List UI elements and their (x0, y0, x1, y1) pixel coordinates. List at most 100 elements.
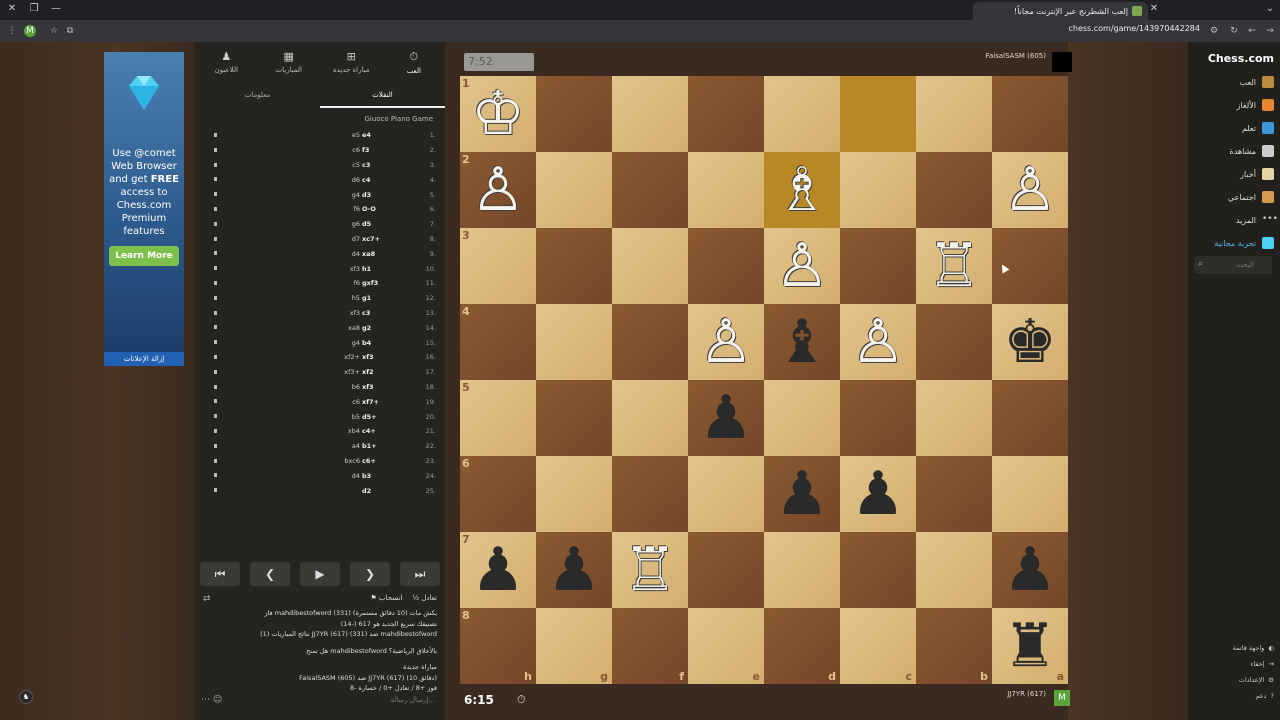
sidebar-item-play[interactable]: العب (1190, 72, 1274, 92)
black-move[interactable]: h5 (320, 294, 360, 302)
sidebar-item-learn[interactable]: تعلم (1190, 118, 1274, 138)
chess-piece[interactable]: ♖ (623, 540, 677, 600)
install-app-icon[interactable]: ⧉ (64, 25, 76, 37)
chess-piece[interactable]: ♟ (699, 388, 753, 448)
white-move[interactable]: b3 (362, 472, 402, 480)
flip-board-icon[interactable]: ⇄ (203, 594, 211, 604)
board-square[interactable] (992, 76, 1068, 152)
player-name[interactable]: JJ7YR (617) (1007, 690, 1046, 698)
white-move[interactable]: O-O (362, 205, 402, 213)
white-move[interactable]: xf7+ (362, 398, 402, 406)
board-square[interactable] (688, 532, 764, 608)
black-move[interactable]: f6 (320, 279, 360, 287)
board-square[interactable] (688, 76, 764, 152)
notification-bell-icon[interactable]: ♞ (19, 690, 33, 704)
board-square[interactable]: ♟ 7 (460, 532, 536, 608)
board-square[interactable] (536, 228, 612, 304)
white-move[interactable]: xa8 (362, 250, 402, 258)
black-move[interactable]: xf3 (320, 309, 360, 317)
board-square[interactable]: b (916, 608, 992, 684)
white-move[interactable]: gxf3 (362, 279, 402, 287)
back-icon[interactable]: ← (1246, 25, 1258, 37)
board-square[interactable] (840, 76, 916, 152)
tab-games[interactable]: ▦ المباريات (259, 50, 319, 74)
board-square[interactable] (840, 532, 916, 608)
profile-icon[interactable]: M (24, 25, 36, 37)
chess-piece[interactable]: ♙ (775, 236, 829, 296)
next-move-button[interactable]: ❯ (350, 562, 390, 586)
sidebar-item-more[interactable]: المزيد ••• (1190, 210, 1278, 230)
board-square[interactable]: ♜ a (992, 608, 1068, 684)
white-move[interactable]: h1 (362, 265, 402, 273)
opponent-avatar[interactable] (1052, 52, 1072, 72)
sidebar-item-social[interactable]: اجتماعي (1190, 187, 1274, 207)
previous-move-button[interactable]: ❮ (250, 562, 290, 586)
board-square[interactable] (840, 380, 916, 456)
chess-piece[interactable]: ♜ (1003, 616, 1057, 676)
chess-piece[interactable]: ♟ (775, 464, 829, 524)
white-move[interactable]: xf2 (362, 368, 402, 376)
board-square[interactable]: ♙ (764, 228, 840, 304)
close-window-icon[interactable]: ✕ (4, 3, 20, 14)
sidebar-settings[interactable]: الإعدادات ⚙ (1239, 676, 1274, 684)
remove-ads-link[interactable]: إزالة الإعلانات (104, 352, 184, 366)
white-move[interactable]: b4 (362, 339, 402, 347)
tab-moves[interactable]: النقلات (320, 84, 445, 108)
board-square[interactable]: ♙ (840, 304, 916, 380)
board-square[interactable] (916, 152, 992, 228)
board-square[interactable] (612, 228, 688, 304)
tab-list-icon[interactable]: ⌄ (1262, 3, 1278, 14)
chess-piece[interactable]: ♙ (699, 312, 753, 372)
black-move[interactable]: xf3+ (320, 368, 360, 376)
board-square[interactable]: ♚ (992, 304, 1068, 380)
black-move[interactable]: a4 (320, 442, 360, 450)
black-move[interactable]: d4 (320, 472, 360, 480)
sidebar-item-puzzles[interactable]: الألغاز (1190, 95, 1274, 115)
board-square[interactable] (916, 304, 992, 380)
tab-play[interactable]: ⏱ العب (384, 50, 444, 75)
board-square[interactable]: ♟ (840, 456, 916, 532)
sidebar-item-watch[interactable]: مشاهدة (1190, 141, 1274, 161)
reload-icon[interactable]: ↻ (1228, 25, 1240, 37)
white-move[interactable]: f3 (362, 146, 402, 154)
board-square[interactable]: 8h (460, 608, 536, 684)
chess-piece[interactable]: ♗ (775, 160, 829, 220)
white-move[interactable]: c3 (362, 309, 402, 317)
black-move[interactable]: c5 (320, 161, 360, 169)
board-square[interactable] (916, 380, 992, 456)
board-square[interactable] (916, 532, 992, 608)
white-move[interactable]: d5 (362, 220, 402, 228)
black-move[interactable]: d6 (320, 176, 360, 184)
board-square[interactable] (688, 228, 764, 304)
white-move[interactable]: c6+ (362, 457, 402, 465)
board-square[interactable] (536, 152, 612, 228)
board-square[interactable]: ♔ 1 (460, 76, 536, 152)
black-move[interactable]: d7 (320, 235, 360, 243)
black-move[interactable]: e5 (320, 131, 360, 139)
opponent-name[interactable]: FaisalSASM (605) (986, 52, 1046, 60)
chat-input[interactable]: إرسال رسالة... (203, 692, 439, 708)
site-settings-icon[interactable]: ⚙ (1208, 25, 1220, 37)
white-move[interactable]: b1+ (362, 442, 402, 450)
chess-piece[interactable]: ♔ (471, 84, 525, 144)
player-avatar[interactable]: M (1054, 690, 1070, 706)
board-square[interactable]: ♗ (764, 152, 840, 228)
white-move[interactable]: xf3 (362, 353, 402, 361)
board-square[interactable] (992, 380, 1068, 456)
board-square[interactable]: ♙ 2 (460, 152, 536, 228)
close-tab-icon[interactable]: ✕ (1146, 3, 1162, 14)
first-move-button[interactable]: ⏮ (200, 562, 240, 586)
chess-piece[interactable]: ♝ (775, 312, 829, 372)
resign-button[interactable]: ⚑ انسحاب (370, 594, 402, 602)
board-square[interactable] (612, 76, 688, 152)
black-move[interactable]: xb4 (320, 427, 360, 435)
board-square[interactable]: c (840, 608, 916, 684)
chess-piece[interactable]: ♟ (471, 540, 525, 600)
black-move[interactable]: d4 (320, 250, 360, 258)
board-square[interactable] (536, 76, 612, 152)
chess-piece[interactable]: ♚ (1003, 312, 1057, 372)
board-square[interactable] (840, 228, 916, 304)
board-square[interactable]: 5 (460, 380, 536, 456)
last-move-button[interactable]: ⏭ (400, 562, 440, 586)
board-square[interactable]: ♟ (688, 380, 764, 456)
